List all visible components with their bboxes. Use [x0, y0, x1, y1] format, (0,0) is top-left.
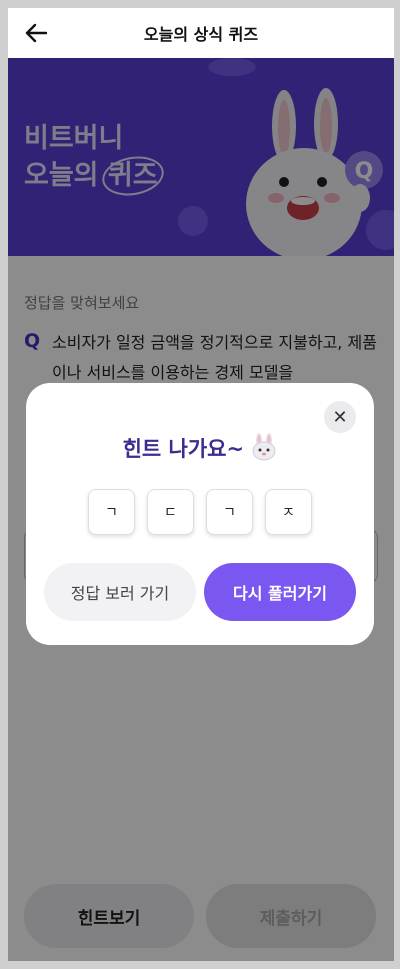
back-button[interactable] [22, 19, 50, 47]
hint-letter-box: ㄱ [206, 489, 253, 535]
retry-button[interactable]: 다시 풀러가기 [204, 563, 356, 621]
hint-letter-list: ㄱ ㄷ ㄱ ㅈ [88, 489, 312, 537]
page-title: 오늘의 상식 퀴즈 [143, 25, 259, 44]
hint-modal: ✕ 힌트 나가요~ ㄱ ㄷ ㄱ ㅈ 정답 보러 가기 다시 풀러가기 [26, 383, 374, 645]
phone-frame: 오늘의 상식 퀴즈 비트버니 오늘의 퀴즈 Q 정답을 맞혀보세요 Q 소비자가… [0, 0, 400, 969]
close-button[interactable]: ✕ [324, 401, 356, 433]
app-header: 오늘의 상식 퀴즈 [8, 8, 394, 58]
hint-letter-box: ㅈ [265, 489, 312, 535]
rabbit-face-icon [252, 433, 276, 461]
modal-title-text: 힌트 나가요~ [122, 437, 245, 461]
hint-letter-box: ㄷ [147, 489, 194, 535]
modal-title: 힌트 나가요~ [26, 433, 374, 463]
hint-letter-box: ㄱ [88, 489, 135, 535]
arrow-left-icon [25, 23, 47, 43]
screen: 오늘의 상식 퀴즈 비트버니 오늘의 퀴즈 Q 정답을 맞혀보세요 Q 소비자가… [8, 8, 394, 961]
close-icon: ✕ [332, 406, 348, 428]
show-answer-button[interactable]: 정답 보러 가기 [44, 563, 196, 621]
